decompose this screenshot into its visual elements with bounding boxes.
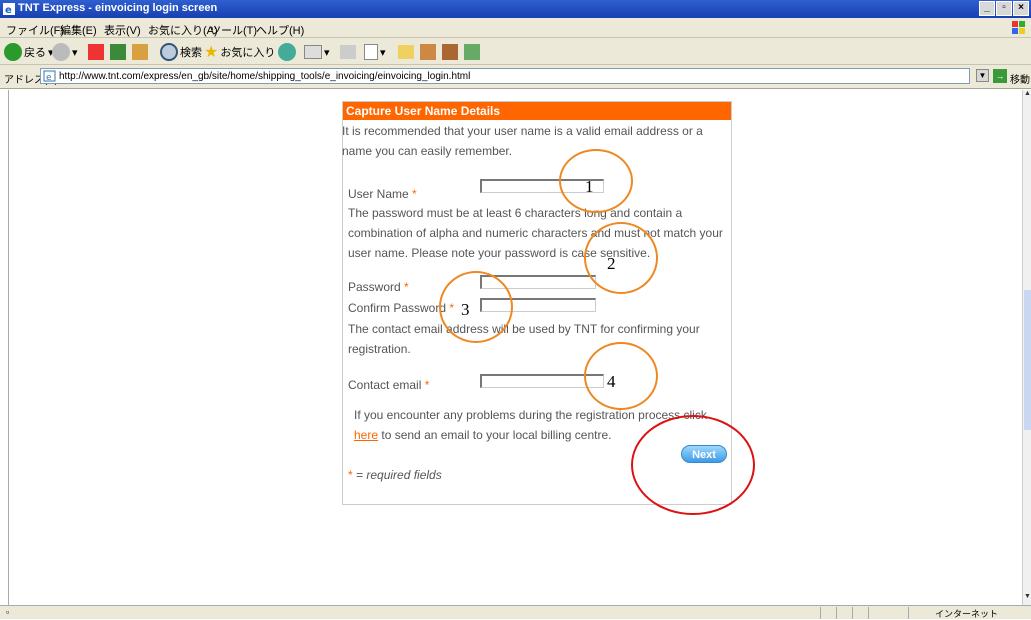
annotation-number-3: 3 [461,300,470,319]
toolbar: 戻る ▾ ▾ 検索 ★ お気に入り ▾ ▾ [0,38,1031,65]
mail-button[interactable]: ▾ [304,42,330,62]
address-bar: アドレス(D) e http://www.tnt.com/express/en_… [0,65,1031,89]
menu-file[interactable]: ファイル(F) [6,22,64,38]
close-button[interactable]: × [1013,1,1029,16]
password-label: Password * [348,280,409,294]
menu-tools[interactable]: ツール(T) [210,22,257,38]
search-label: 検索 [180,47,202,59]
go-label[interactable]: 移動 [1010,71,1030,86]
ie-window-icon: e [3,3,15,16]
menu-edit[interactable]: 編集(E) [60,22,97,38]
print-icon [340,45,356,59]
panel-heading: Capture User Name Details [343,102,731,120]
annotation-circle-4 [584,342,658,410]
back-arrow-icon [4,43,22,61]
folder-button[interactable] [398,42,414,62]
status-bar: ▫ インターネット [0,605,1031,619]
window-title: TNT Express - einvoicing login screen [18,2,218,14]
email-label: Contact email * [348,378,430,392]
address-url: http://www.tnt.com/express/en_gb/site/ho… [59,71,471,82]
scroll-down-icon[interactable]: ▼ [1023,593,1031,603]
vertical-scrollbar[interactable]: ▲ ▼ [1022,90,1031,605]
intro-text: It is recommended that your user name is… [342,124,703,158]
annotation-circle-3 [439,271,513,343]
required-note: * = required fields [348,468,442,482]
help-link[interactable]: here [354,428,378,442]
scroll-up-icon[interactable]: ▲ [1023,90,1031,100]
star-icon: ★ [204,44,219,61]
maximize-button[interactable]: ▫ [996,1,1012,16]
address-dropdown-button[interactable]: ▼ [976,69,989,82]
email-hint: The contact email address will be used b… [348,322,700,356]
annotation-number-1: 1 [585,177,594,196]
internet-zone-label: インターネット [935,609,999,619]
history-button[interactable] [278,42,296,62]
menu-bar: ファイル(F) 編集(E) 表示(V) お気に入り(A) ツール(T) ヘルプ(… [0,18,1031,38]
stop-button[interactable] [88,42,104,62]
security-lock-icon [868,607,898,619]
menu-view[interactable]: 表示(V) [104,22,141,38]
page-icon: e [43,70,56,82]
search-icon [160,43,178,61]
back-button[interactable]: 戻る ▾ [4,42,54,62]
status-page-icon: ▫ [6,607,10,617]
address-input[interactable]: e http://www.tnt.com/express/en_gb/site/… [40,68,970,84]
menu-help[interactable]: ヘルプ(H) [256,22,304,38]
go-arrow-icon[interactable]: → [993,69,1007,83]
tool-icon-2 [442,44,458,60]
messenger-icon [464,44,480,60]
search-button[interactable]: 検索 [160,42,202,62]
username-label: User Name * [348,187,417,201]
edit-button[interactable]: ▾ [364,42,386,62]
print-button[interactable] [340,42,356,62]
tool1-button[interactable] [420,42,436,62]
messenger-button[interactable] [464,42,480,62]
refresh-button[interactable] [110,42,126,62]
edit-icon [364,44,378,60]
folder-icon [398,45,414,59]
stop-icon [88,44,104,60]
tool2-button[interactable] [442,42,458,62]
annotation-circle-2 [584,222,658,294]
title-bar: e TNT Express - einvoicing login screen … [0,0,1031,18]
svg-text:e: e [5,5,12,16]
windows-flag-icon [1012,21,1025,34]
password-hint: The password must be at least 6 characte… [348,206,723,260]
annotation-circle-next [631,415,755,515]
home-button[interactable] [132,42,148,62]
history-icon [278,43,296,61]
favorites-button[interactable]: ★ お気に入り [204,42,275,62]
forward-button[interactable]: ▾ [52,42,78,62]
forward-arrow-icon [52,43,70,61]
favorites-label: お気に入り [220,47,276,59]
home-icon [132,44,148,60]
annotation-circle-1 [559,149,633,213]
tool-icon [420,44,436,60]
annotation-number-4: 4 [607,372,616,391]
refresh-icon [110,44,126,60]
menu-favorites[interactable]: お気に入り(A) [148,22,218,38]
back-label: 戻る [24,47,46,59]
annotation-number-2: 2 [607,254,616,273]
scroll-thumb[interactable] [1024,290,1031,430]
svg-text:e: e [46,73,52,82]
mail-icon [304,45,322,59]
minimize-button[interactable]: _ [979,1,995,16]
